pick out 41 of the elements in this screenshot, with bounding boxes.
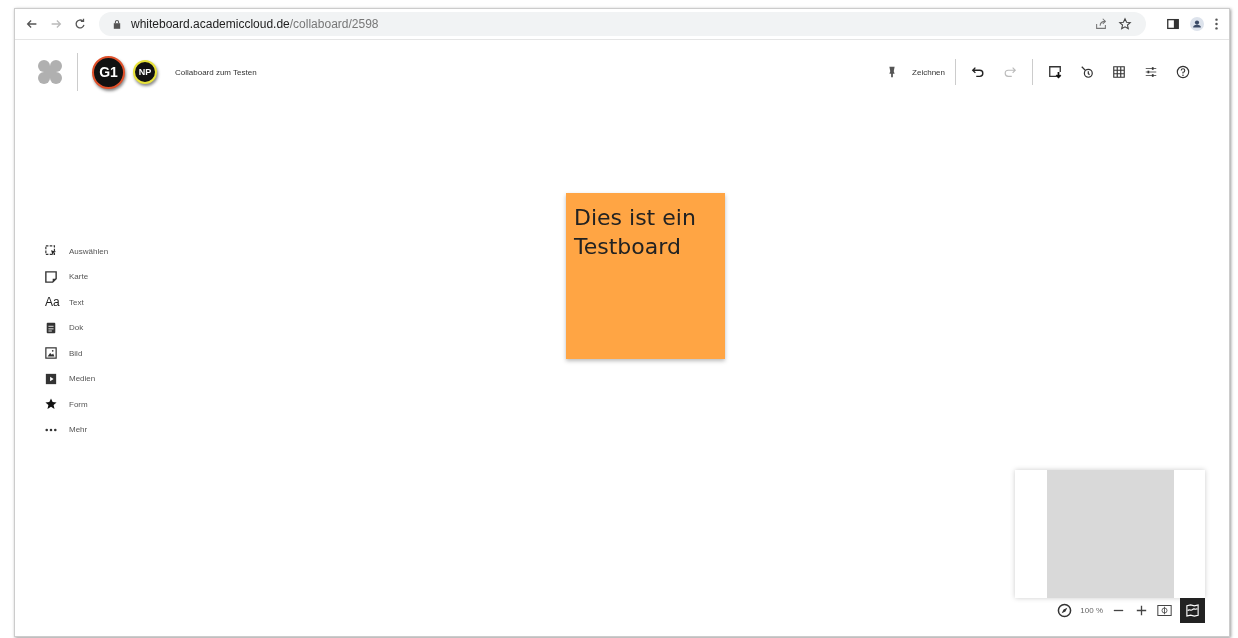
board-title: Collaboard zum Testen: [175, 67, 257, 77]
menu-icon[interactable]: [1214, 17, 1219, 31]
compass-icon[interactable]: [1057, 603, 1073, 618]
back-icon[interactable]: [25, 17, 39, 31]
tool-item[interactable]: Form: [45, 396, 109, 413]
star-shape-icon: [45, 398, 57, 411]
zoom-in-icon[interactable]: [1134, 603, 1149, 618]
tool-item[interactable]: Mehr: [45, 421, 109, 438]
minimap-toggle[interactable]: [1180, 598, 1205, 623]
download-icon[interactable]: [1048, 65, 1062, 79]
image-icon: [45, 347, 57, 360]
tool-item[interactable]: Medien: [45, 370, 109, 387]
media-icon: [45, 372, 57, 385]
timer-icon[interactable]: [1080, 65, 1094, 79]
share-icon[interactable]: [1094, 17, 1108, 31]
undo-icon[interactable]: [971, 65, 985, 79]
document-icon: [45, 321, 57, 334]
help-icon[interactable]: [1176, 65, 1190, 79]
avatar[interactable]: NP: [133, 60, 157, 84]
tool-item[interactable]: Bild: [45, 345, 109, 362]
sliders-icon[interactable]: [1144, 65, 1158, 79]
tool-item[interactable]: Karte: [45, 268, 109, 285]
sticky-note[interactable]: Dies ist ein Testboard: [566, 193, 725, 359]
tool-item[interactable]: Aa Text: [45, 294, 109, 311]
fit-icon[interactable]: [1157, 603, 1172, 618]
map-icon: [1185, 603, 1200, 618]
card-icon: [45, 270, 57, 283]
tool-item[interactable]: Dok: [45, 319, 109, 336]
url-text: whiteboard.academiccloud.de/collaboard/2598: [131, 17, 379, 31]
address-field[interactable]: whiteboard.academiccloud.de/collaboard/2598: [99, 12, 1146, 36]
tool-item[interactable]: Auswählen: [45, 243, 109, 260]
profile-icon[interactable]: [1190, 17, 1204, 31]
grid-icon[interactable]: [1112, 65, 1126, 79]
zoom-level: 100 %: [1080, 606, 1103, 615]
star-icon[interactable]: [1118, 17, 1132, 31]
draw-label[interactable]: Zeichnen: [912, 67, 945, 77]
reload-icon[interactable]: [73, 17, 87, 31]
avatar[interactable]: G1: [92, 55, 125, 89]
lock-icon: [113, 19, 121, 29]
sidebar-icon[interactable]: [1166, 17, 1180, 31]
select-icon: [45, 245, 57, 258]
